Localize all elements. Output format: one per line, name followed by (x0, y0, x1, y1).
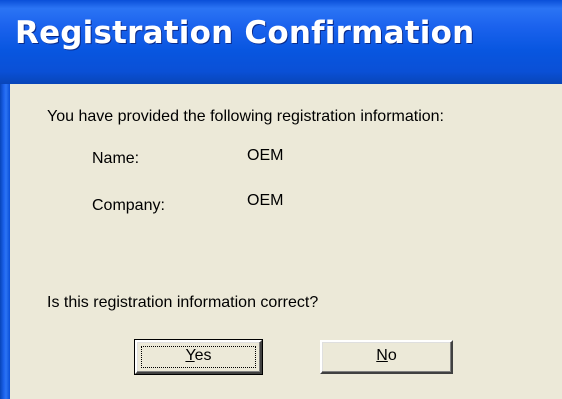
no-button[interactable]: No (320, 340, 453, 374)
yes-mnemonic: Y (185, 347, 195, 364)
yes-button-label: Yes (185, 347, 211, 364)
company-value: OEM (247, 192, 284, 209)
name-value: OEM (247, 147, 284, 164)
title-bar[interactable]: Registration Confirmation (0, 0, 562, 84)
window-title: Registration Confirmation (15, 15, 475, 51)
intro-message: You have provided the following registra… (47, 108, 444, 125)
name-label: Name: (92, 150, 140, 167)
yes-label-rest: es (194, 347, 212, 364)
company-label: Company: (92, 197, 165, 214)
registration-confirmation-dialog: Registration Confirmation You have provi… (0, 0, 562, 399)
yes-button[interactable]: Yes (134, 339, 263, 375)
no-button-label: No (376, 347, 396, 364)
window-left-frame (0, 84, 10, 399)
no-label-rest: o (387, 347, 397, 364)
no-mnemonic: N (376, 347, 388, 364)
confirmation-question: Is this registration information correct… (47, 294, 319, 311)
